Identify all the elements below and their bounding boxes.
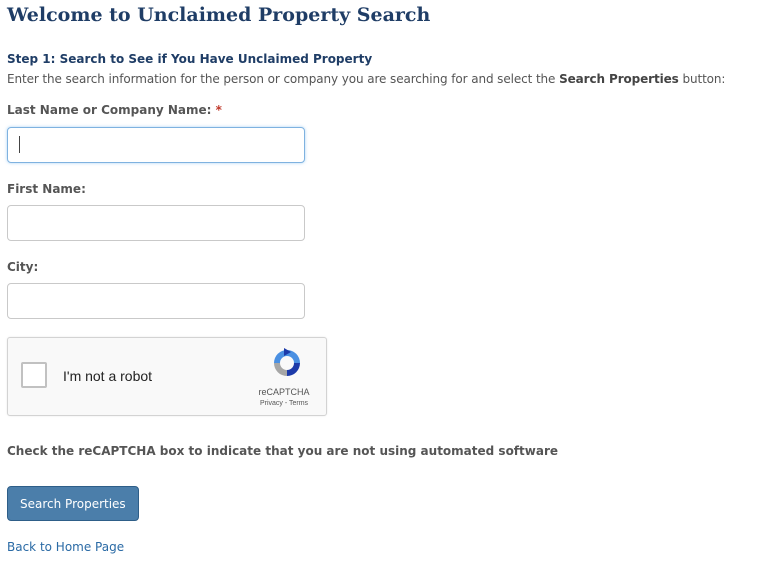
recaptcha-label: I'm not a robot bbox=[63, 368, 153, 384]
instructions-after: button: bbox=[678, 72, 726, 86]
last-name-field-wrapper bbox=[7, 127, 305, 163]
recaptcha-checkbox[interactable] bbox=[21, 362, 47, 388]
back-to-home-link[interactable]: Back to Home Page bbox=[7, 540, 124, 554]
instructions-before: Enter the search information for the per… bbox=[7, 72, 560, 86]
city-input[interactable] bbox=[7, 283, 305, 319]
captcha-hint: Check the reCAPTCHA box to indicate that… bbox=[7, 444, 559, 458]
step-heading: Step 1: Search to See if You Have Unclai… bbox=[7, 52, 373, 66]
city-label: City: bbox=[7, 260, 39, 274]
recaptcha-logo-icon bbox=[274, 348, 300, 376]
recaptcha-widget: I'm not a robot reCAPTCHA Privacy - Term… bbox=[7, 337, 327, 416]
search-properties-button[interactable]: Search Properties bbox=[7, 486, 139, 521]
first-name-input[interactable] bbox=[7, 205, 305, 241]
instructions-text: Enter the search information for the per… bbox=[7, 72, 725, 86]
recaptcha-links[interactable]: Privacy - Terms bbox=[244, 400, 324, 407]
page-title: Welcome to Unclaimed Property Search bbox=[7, 4, 431, 26]
last-name-input[interactable] bbox=[7, 127, 305, 163]
recaptcha-brand: reCAPTCHA bbox=[258, 387, 310, 397]
last-name-label: Last Name or Company Name: * bbox=[7, 103, 222, 117]
required-marker: * bbox=[215, 103, 222, 117]
instructions-bold: Search Properties bbox=[559, 72, 679, 86]
first-name-label: First Name: bbox=[7, 182, 86, 196]
last-name-label-text: Last Name or Company Name: bbox=[7, 103, 212, 117]
text-caret bbox=[19, 136, 20, 153]
